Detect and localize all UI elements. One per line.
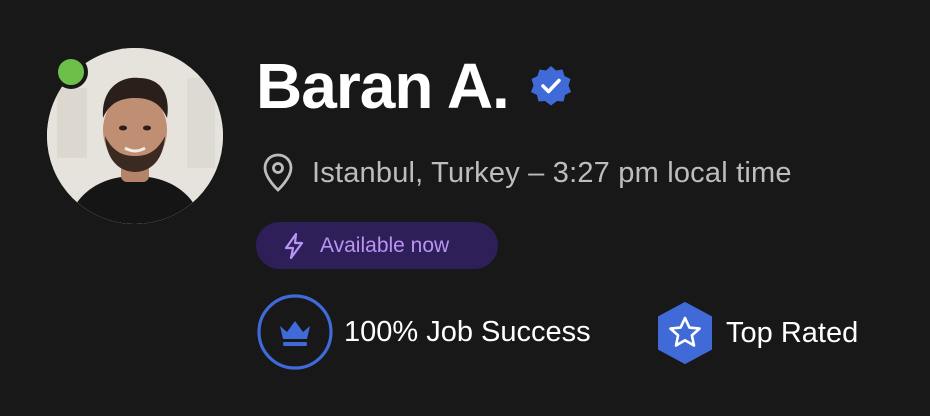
profile-card: Baran A. Istanbul, Turkey – 3:27 pm loca… — [0, 0, 930, 416]
avatar-container — [47, 48, 223, 224]
location-row: Istanbul, Turkey – 3:27 pm local time — [262, 150, 792, 196]
online-status-indicator — [54, 55, 88, 89]
profile-name: Baran A. — [256, 50, 510, 122]
job-success-label: 100% Job Success — [344, 315, 591, 348]
job-success-stat: 100% Job Success — [256, 292, 591, 372]
verified-check-icon — [529, 64, 573, 108]
name-row: Baran A. — [256, 46, 573, 126]
crown-icon — [256, 293, 334, 371]
location-text: Istanbul, Turkey – 3:27 pm local time — [312, 156, 792, 189]
availability-label: Available now — [320, 233, 450, 257]
availability-badge[interactable]: Available now — [256, 222, 498, 269]
lightning-bolt-icon — [284, 232, 304, 259]
location-pin-icon — [262, 153, 294, 193]
top-rated-label: Top Rated — [726, 316, 859, 349]
top-rated-stat: Top Rated — [656, 300, 858, 366]
star-hexagon-icon — [656, 301, 714, 365]
